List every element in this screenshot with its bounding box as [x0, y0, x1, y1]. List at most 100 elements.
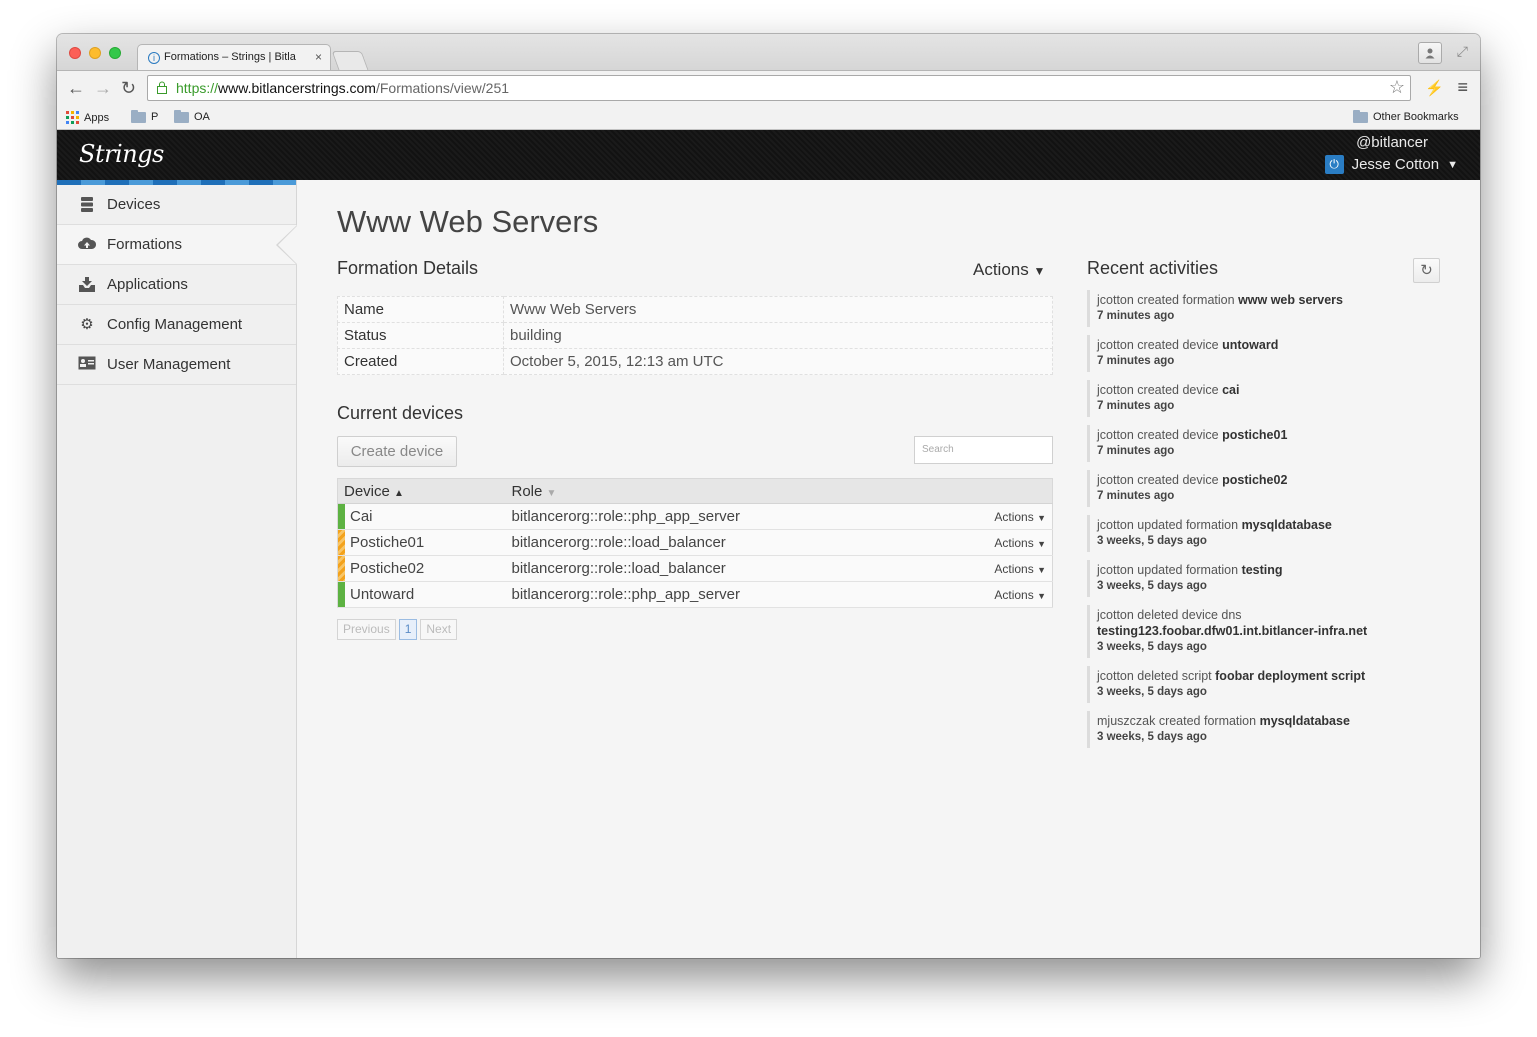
activity-object: mysqldatabase — [1259, 714, 1350, 728]
folder-icon — [1353, 109, 1368, 123]
activity-object: www web servers — [1238, 293, 1343, 307]
row-actions-dropdown[interactable]: Actions ▼ — [972, 503, 1053, 530]
sidebar: Devices Formations Applications ⚙ Config… — [57, 180, 298, 958]
activity-text: mjuszczak created formation — [1097, 714, 1257, 728]
browser-menu-icon[interactable]: ≡ — [1457, 77, 1468, 98]
detail-key: Name — [337, 296, 504, 323]
power-icon[interactable]: ⏻ — [1324, 155, 1344, 174]
device-role: bitlancerorg::role::load_balancer — [505, 555, 973, 582]
tab-title: Formations – Strings | Bitla — [164, 51, 296, 63]
forward-icon[interactable]: → — [94, 78, 112, 98]
bookmark-folder-oa-label: OA — [194, 111, 210, 123]
sidebar-item-label: Applications — [107, 276, 188, 293]
refresh-icon: ↻ — [1420, 262, 1433, 279]
pagination-page-current[interactable]: 1 — [398, 619, 418, 640]
bookmark-folder-p[interactable]: P — [131, 109, 159, 123]
sort-ascending-icon: ▲ — [394, 487, 404, 499]
list-item: jcotton created device postiche01 7 minut… — [1087, 425, 1397, 462]
pagination-next[interactable]: Next — [420, 619, 458, 640]
column-header-actions — [972, 478, 1053, 504]
bookmark-folder-p-label: P — [151, 111, 159, 123]
status-indicator-orange — [338, 556, 345, 581]
activity-object: mysqldatabase — [1241, 518, 1332, 532]
chevron-down-icon: ▼ — [1447, 158, 1458, 171]
device-name-cell[interactable]: Cai — [337, 503, 506, 530]
sidebar-item-applications[interactable]: Applications — [57, 265, 296, 305]
formation-actions-dropdown[interactable]: Actions ▼ — [973, 260, 1045, 280]
sidebar-item-formations[interactable]: Formations — [57, 225, 298, 265]
new-tab-button[interactable] — [331, 51, 369, 70]
device-name-cell[interactable]: Untoward — [337, 581, 506, 608]
app-header: Strings @bitlancer ⏻ Jesse Cotton ▼ — [57, 130, 1480, 180]
activity-object: untoward — [1222, 338, 1279, 352]
folder-icon — [174, 109, 189, 123]
sidebar-item-label: Config Management — [107, 316, 243, 333]
browser-tab[interactable]: i Formations – Strings | Bitla × — [137, 44, 331, 70]
table-row: Cai bitlancerorg::role::php_app_server A… — [337, 503, 1053, 530]
activity-text: jcotton deleted script — [1097, 669, 1212, 683]
sidebar-item-user-management[interactable]: User Management — [57, 345, 296, 385]
extension-icon[interactable]: ⚡ — [1425, 79, 1444, 97]
activity-object: testing123.foobar.dfw01.int.bitlancer-in… — [1097, 624, 1368, 638]
activity-text: jcotton created device — [1097, 338, 1219, 352]
activity-text: jcotton updated formation — [1097, 518, 1239, 532]
fullscreen-icon[interactable]: ⤢ — [1457, 43, 1468, 60]
activity-time: 3 weeks, 5 days ago — [1097, 535, 1207, 547]
browser-window: i Formations – Strings | Bitla × ⤢ ← → ↻… — [57, 34, 1480, 958]
server-icon — [77, 196, 97, 214]
bookmark-apps-label: Apps — [84, 111, 110, 124]
user-card-icon — [77, 356, 97, 374]
chevron-down-icon: ▼ — [1037, 538, 1046, 549]
browser-toolbar: ← → ↻ https://www.bitlancerstrings.com/F… — [57, 70, 1480, 106]
bookmark-folder-oa[interactable]: OA — [174, 109, 210, 123]
bookmark-star-icon[interactable]: ☆ — [1389, 77, 1405, 98]
row-actions-label: Actions — [994, 561, 1034, 576]
row-actions-dropdown[interactable]: Actions ▼ — [972, 581, 1053, 608]
table-row: Created October 5, 2015, 12:13 am UTC — [337, 348, 1053, 375]
app-logo[interactable]: Strings — [79, 140, 164, 168]
pagination-previous[interactable]: Previous — [337, 619, 396, 640]
list-item: jcotton deleted script foobar deployment… — [1087, 666, 1397, 703]
url-host: www.bitlancerstrings.com — [218, 80, 376, 96]
activity-time: 7 minutes ago — [1097, 400, 1175, 412]
activity-text: jcotton created device — [1097, 473, 1219, 487]
formation-actions-label: Actions — [973, 260, 1029, 279]
close-window-button[interactable] — [69, 47, 81, 59]
sidebar-item-label: Devices — [107, 196, 161, 213]
gears-icon: ⚙ — [80, 316, 94, 333]
activity-object: postiche01 — [1222, 428, 1288, 442]
sidebar-item-label: Formations — [107, 236, 183, 253]
table-row: Untoward bitlancerorg::role::php_app_ser… — [337, 581, 1053, 608]
column-header-role[interactable]: Role ▼ — [505, 478, 973, 504]
refresh-activities-button[interactable]: ↻ — [1413, 258, 1440, 283]
sidebar-item-config-management[interactable]: ⚙ Config Management — [57, 305, 296, 345]
create-device-button[interactable]: Create device — [337, 436, 457, 467]
zoom-window-button[interactable] — [109, 47, 121, 59]
reload-icon[interactable]: ↻ — [121, 78, 136, 98]
minimize-window-button[interactable] — [89, 47, 101, 59]
sidebar-item-devices[interactable]: Devices — [57, 185, 296, 225]
user-menu[interactable]: ⏻ Jesse Cotton ▼ — [1324, 155, 1458, 174]
bookmark-other[interactable]: Other Bookmarks — [1353, 109, 1459, 123]
table-row: Postiche01 bitlancerorg::role::load_bala… — [337, 529, 1053, 556]
column-header-device[interactable]: Device ▲ — [337, 478, 506, 504]
bookmark-apps[interactable]: Apps — [66, 111, 109, 124]
activity-text: jcotton created device — [1097, 383, 1219, 397]
row-actions-dropdown[interactable]: Actions ▼ — [972, 529, 1053, 556]
table-row: Name Www Web Servers — [337, 296, 1053, 323]
activity-time: 3 weeks, 5 days ago — [1097, 580, 1207, 592]
back-icon[interactable]: ← — [67, 78, 85, 98]
device-name-cell[interactable]: Postiche01 — [337, 529, 506, 556]
tab-close-icon[interactable]: × — [315, 50, 322, 64]
devices-table: Device ▲ Role ▼ Cai bitlancerorg::role::… — [337, 478, 1053, 608]
device-name-cell[interactable]: Postiche02 — [337, 555, 506, 582]
cloud-icon — [77, 236, 97, 254]
activity-text: jcotton deleted device dns — [1097, 608, 1242, 622]
user-name: Jesse Cotton — [1351, 156, 1440, 173]
row-actions-dropdown[interactable]: Actions ▼ — [972, 555, 1053, 582]
profile-button[interactable] — [1418, 42, 1442, 64]
address-bar[interactable]: https://www.bitlancerstrings.com/Formati… — [147, 75, 1411, 101]
device-name: Cai — [350, 508, 373, 525]
activity-time: 7 minutes ago — [1097, 355, 1175, 367]
device-search-input[interactable]: Search — [914, 436, 1053, 464]
